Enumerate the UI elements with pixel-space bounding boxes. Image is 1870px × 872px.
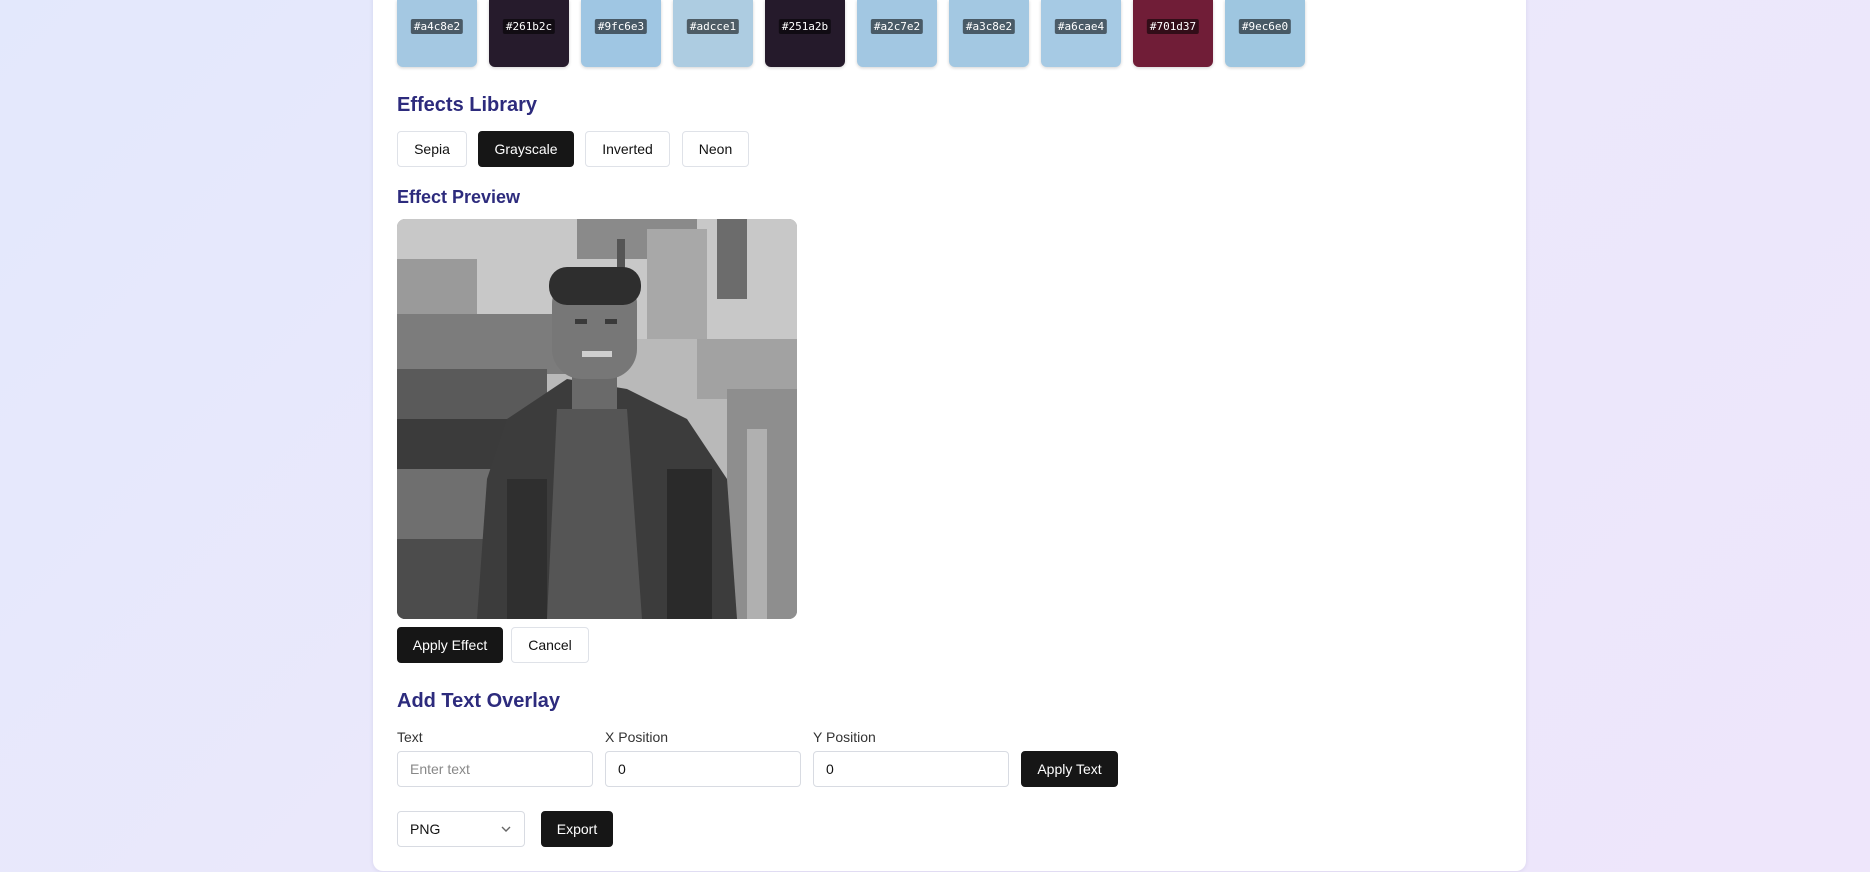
text-overlay-heading: Add Text Overlay: [397, 690, 561, 712]
color-swatch[interactable]: #adcce1: [673, 0, 753, 67]
export-format-value: PNG: [410, 821, 441, 837]
color-swatch[interactable]: #9fc6e3: [581, 0, 661, 67]
swatch-hex-label: #9fc6e3: [594, 19, 648, 34]
y-position-input[interactable]: [813, 751, 1009, 787]
swatch-hex-label: #a6cae4: [1054, 19, 1108, 34]
overlay-text-input[interactable]: [397, 751, 593, 787]
effect-preview-heading: Effect Preview: [397, 187, 521, 207]
swatch-hex-label: #261b2c: [502, 19, 556, 34]
color-palette: #a4c8e2 #261b2c #9fc6e3 #adcce1 #251a2b …: [397, 0, 1305, 67]
cancel-button[interactable]: Cancel: [511, 627, 589, 663]
color-swatch[interactable]: #251a2b: [765, 0, 845, 67]
apply-text-button[interactable]: Apply Text: [1021, 751, 1118, 787]
color-swatch[interactable]: #701d37: [1133, 0, 1213, 67]
effect-button-neon[interactable]: Neon: [682, 131, 749, 167]
chevron-down-icon: [501, 826, 511, 832]
effect-button-inverted[interactable]: Inverted: [585, 131, 670, 167]
text-field-label: Text: [397, 729, 423, 745]
export-format-select[interactable]: PNG: [397, 811, 525, 847]
swatch-hex-label: #a4c8e2: [410, 19, 464, 34]
swatch-hex-label: #251a2b: [778, 19, 832, 34]
swatch-hex-label: #a3c8e2: [962, 19, 1016, 34]
y-position-label: Y Position: [813, 729, 876, 745]
effect-preview-image: [397, 219, 797, 619]
color-swatch[interactable]: #9ec6e0: [1225, 0, 1305, 67]
color-swatch[interactable]: #a3c8e2: [949, 0, 1029, 67]
effects-library-heading: Effects Library: [397, 94, 538, 116]
swatch-hex-label: #adcce1: [686, 19, 740, 34]
color-swatch[interactable]: #a4c8e2: [397, 0, 477, 67]
swatch-hex-label: #9ec6e0: [1238, 19, 1292, 34]
color-swatch[interactable]: #261b2c: [489, 0, 569, 67]
apply-effect-button[interactable]: Apply Effect: [397, 627, 503, 663]
swatch-hex-label: #701d37: [1146, 19, 1200, 34]
swatch-hex-label: #a2c7e2: [870, 19, 924, 34]
x-position-input[interactable]: [605, 751, 801, 787]
effect-button-sepia[interactable]: Sepia: [397, 131, 467, 167]
grayscale-photo-illustration: [397, 219, 797, 619]
effect-button-grayscale[interactable]: Grayscale: [478, 131, 574, 167]
color-swatch[interactable]: #a2c7e2: [857, 0, 937, 67]
x-position-label: X Position: [605, 729, 669, 745]
export-button[interactable]: Export: [541, 811, 613, 847]
color-swatch[interactable]: #a6cae4: [1041, 0, 1121, 67]
